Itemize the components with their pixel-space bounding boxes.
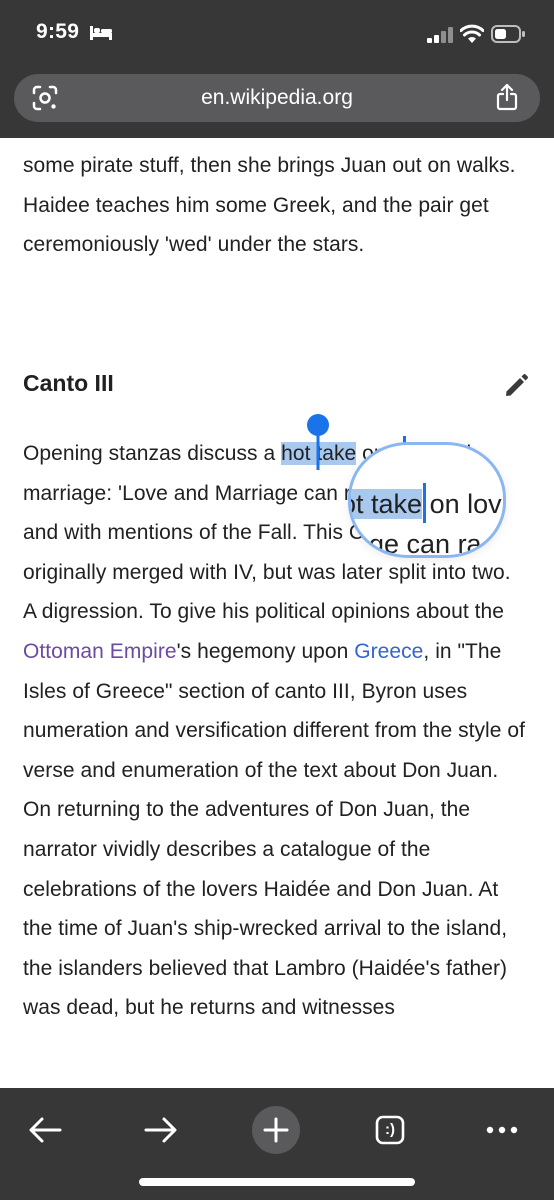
more-dots-icon[interactable]: [478, 1106, 526, 1154]
magnifier-caret: [423, 483, 426, 523]
url-text[interactable]: en.wikipedia.org: [14, 74, 540, 122]
magnifier-selected-text: take: [371, 489, 423, 519]
top-chrome: 9:59 en.wikipedia.org: [0, 0, 554, 138]
magnifier-selected-before: ot: [351, 489, 372, 519]
canto-text-mid-2: , in "The Isles of Greece" section of ca…: [23, 639, 526, 1020]
article-content: some pirate stuff, then she brings Juan …: [23, 140, 533, 1090]
status-time: 9:59: [36, 20, 80, 43]
intro-paragraph: some pirate stuff, then she brings Juan …: [23, 154, 516, 257]
canto-text-mid-1: 's hegemony upon: [176, 639, 355, 663]
wifi-icon: [460, 24, 484, 43]
link-ottoman-empire[interactable]: Ottoman Empire: [23, 640, 177, 663]
selection-start-handle[interactable]: [307, 414, 329, 470]
browser-page: 9:59 en.wikipedia.org some pirate stuff,…: [0, 0, 554, 1200]
signal-icon: [427, 27, 453, 43]
section-heading: Canto III: [23, 370, 114, 396]
battery-icon: [491, 25, 525, 43]
forward-arrow-icon[interactable]: [136, 1106, 184, 1154]
magnifier-after-text: on lov: [422, 489, 502, 519]
link-greece[interactable]: Greece: [354, 640, 423, 663]
text-magnifier: ot take on lov ge can ra: [348, 442, 506, 558]
share-icon[interactable]: [496, 83, 518, 111]
canto-text-start: Opening stanzas discuss a: [23, 442, 282, 465]
bed-icon: [90, 26, 112, 40]
back-arrow-icon[interactable]: [22, 1106, 70, 1154]
new-tab-button[interactable]: [252, 1106, 300, 1154]
magnifier-line-2: ge can ra: [369, 529, 482, 558]
tabs-count-label: :): [385, 1121, 395, 1138]
home-indicator[interactable]: [139, 1178, 415, 1186]
address-bar[interactable]: en.wikipedia.org: [14, 74, 540, 122]
tab-switcher-button[interactable]: :): [366, 1106, 414, 1154]
pencil-icon[interactable]: [503, 373, 529, 399]
plus-icon: [263, 1117, 289, 1143]
